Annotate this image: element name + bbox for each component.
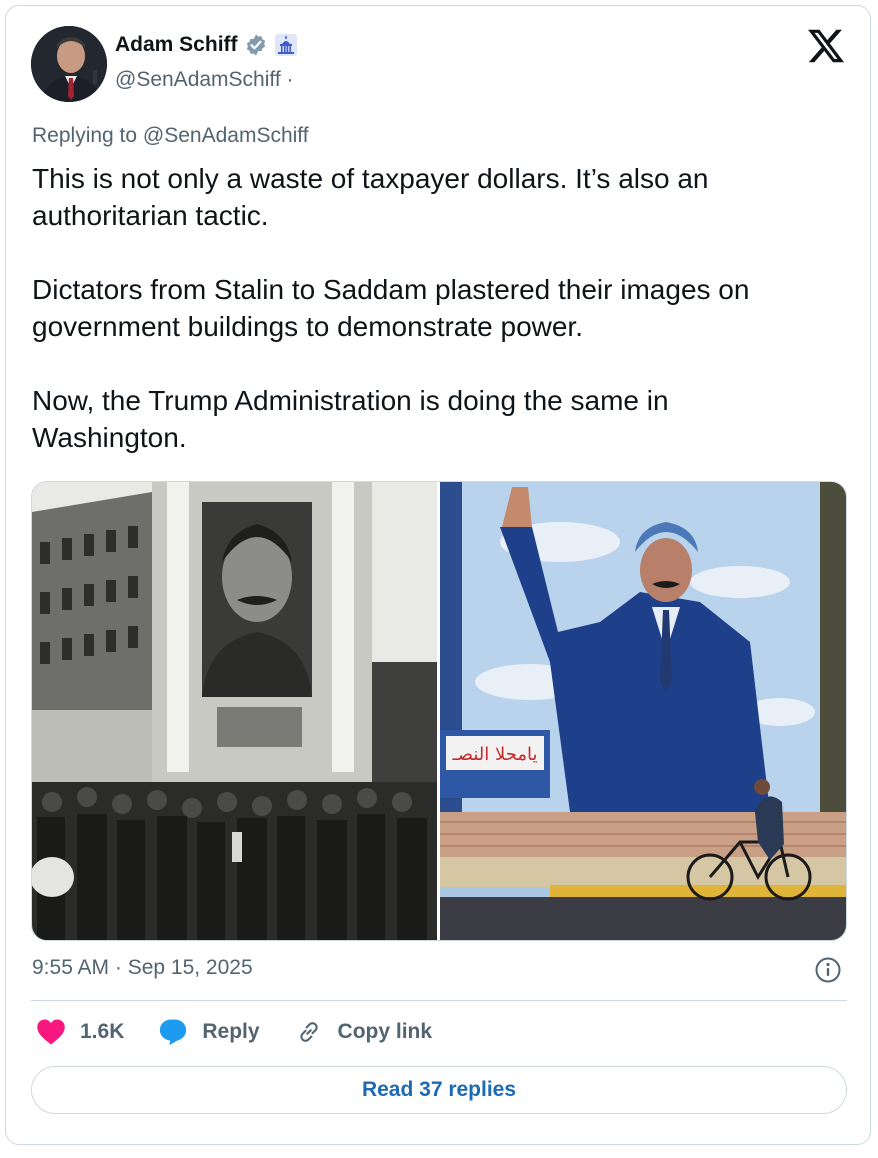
reply-label: Reply	[202, 1020, 260, 1043]
replying-to[interactable]: Replying to @SenAdamSchiff	[32, 124, 309, 148]
link-icon	[299, 1022, 318, 1042]
copy-link-label: Copy link	[337, 1020, 433, 1043]
x-logo-icon[interactable]	[806, 26, 846, 66]
tweet-timestamp[interactable]: 9:55 AM · Sep 15, 2025	[32, 956, 253, 980]
read-replies-button[interactable]: Read 37 replies	[31, 1066, 847, 1114]
avatar-photo	[31, 26, 107, 102]
sign-text: يامحلا النصـ	[451, 744, 537, 765]
verified-badge-icon	[246, 34, 265, 56]
divider	[31, 1000, 847, 1001]
avatar[interactable]	[31, 26, 107, 102]
info-icon[interactable]	[814, 956, 842, 984]
reply-bubble-icon	[160, 1019, 187, 1046]
author-handle[interactable]: @SenAdamSchiff ·	[115, 68, 294, 92]
capitol-building-icon	[274, 34, 297, 56]
heart-icon	[37, 1019, 65, 1045]
like-count: 1.6K	[80, 1020, 125, 1043]
action-bar: 1.6K Reply Copy link	[36, 1018, 466, 1046]
media-grid[interactable]: يامحلا النصـ	[31, 481, 847, 941]
stalin-mural-photo[interactable]	[32, 482, 437, 940]
like-button[interactable]: 1.6K	[36, 1018, 124, 1046]
reply-button[interactable]: Reply	[158, 1018, 260, 1046]
author-row: Adam Schiff	[115, 33, 298, 57]
copy-link-button[interactable]: Copy link	[294, 1018, 433, 1046]
saddam-mural-photo[interactable]: يامحلا النصـ	[440, 482, 846, 940]
tweet-text: This is not only a waste of taxpayer dol…	[32, 163, 750, 453]
author-name[interactable]: Adam Schiff	[115, 33, 238, 57]
